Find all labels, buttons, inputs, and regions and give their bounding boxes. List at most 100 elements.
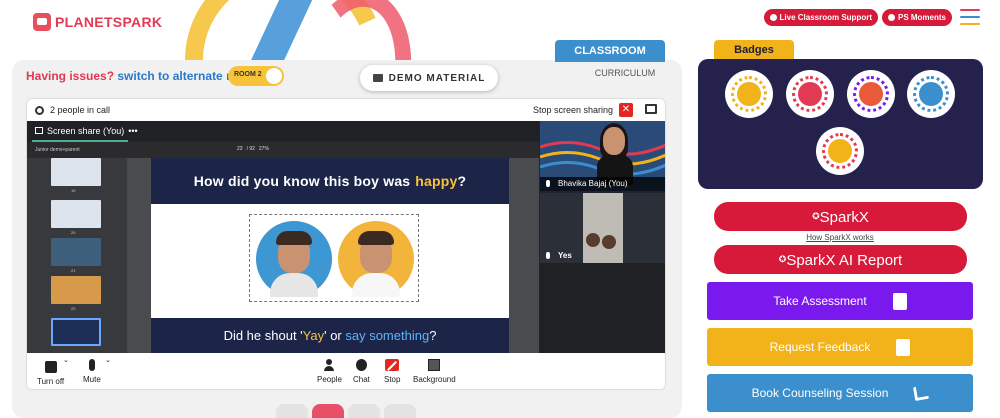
how-sparkx-link[interactable]: How SparkX works: [790, 233, 890, 242]
mute-label: Mute: [83, 375, 101, 384]
participant-name-bar: Bhavika Bajaj (You): [540, 177, 665, 191]
pdf-doc-name: Junior demo+parent: [35, 147, 80, 153]
people-label: People: [317, 375, 342, 384]
issue-prefix: Having issues?: [26, 69, 115, 83]
pdf-thumbnail-selected[interactable]: [51, 318, 101, 346]
screen-share-icon: [35, 127, 43, 134]
sparkx-button[interactable]: ✪SparkX: [714, 202, 967, 231]
tab-curriculum[interactable]: CURRICULUM: [580, 68, 670, 78]
chat-button[interactable]: Chat: [353, 359, 370, 384]
clipboard-icon: [892, 292, 907, 310]
shared-slide: How did you know this boy was happy? Did…: [151, 158, 509, 353]
screen-share-more-icon[interactable]: •••: [128, 126, 137, 141]
participant-name: Yes: [558, 251, 572, 260]
q-part: Did he shout ': [223, 328, 303, 343]
tab-classroom[interactable]: CLASSROOM: [555, 40, 665, 62]
boy-body: [270, 273, 318, 297]
sparkx-label: SparkX: [819, 209, 869, 226]
chat-label: Chat: [353, 375, 370, 384]
header-buttons: Live Classroom Support PS Moments: [763, 9, 952, 26]
badge-core: [919, 82, 943, 106]
pdf-thumbnail[interactable]: [51, 158, 101, 186]
sparkx-ai-label: SparkX AI Report: [786, 252, 903, 269]
live-icon: [769, 14, 777, 21]
badge-core: [828, 139, 852, 163]
sparkx-star-icon: ✪: [812, 211, 820, 221]
turn-off-camera-button[interactable]: Turn off: [37, 359, 64, 386]
q-say: say something: [345, 328, 430, 343]
demo-material-button[interactable]: DEMO MATERIAL: [360, 65, 498, 91]
pdf-thumbnail[interactable]: [51, 200, 101, 228]
pdf-margin: [127, 158, 151, 353]
take-assessment-label: Take Assessment: [773, 294, 867, 308]
phone-icon: [913, 384, 930, 402]
pdf-zoom[interactable]: 27%: [259, 146, 269, 152]
ps-moments-button[interactable]: PS Moments: [881, 9, 952, 26]
background-icon: [428, 359, 441, 371]
call-topbar: 2 people in call Stop screen sharing ✕: [27, 99, 665, 121]
camera-options-chevron-icon[interactable]: ⌄: [63, 356, 69, 364]
boy-photo-blue: [256, 221, 332, 297]
call-controls: Turn off ⌄ Mute ⌄ People Chat Stop Backg…: [27, 353, 665, 389]
badge-trophy-icon[interactable]: [725, 70, 773, 118]
gear-icon[interactable]: [35, 105, 44, 115]
screen-share-header: Screen share (You) •••: [27, 121, 539, 141]
pdf-controls: 23 / 92 27%: [237, 146, 269, 152]
slide-title-suffix: ?: [457, 173, 467, 189]
boy-body: [352, 273, 400, 297]
sparkx-ai-report-button[interactable]: ✪SparkX AI Report: [714, 245, 967, 274]
pdf-thumbnail[interactable]: [51, 238, 101, 266]
video-call-window: 2 people in call Stop screen sharing ✕ S…: [26, 98, 666, 390]
mic-options-chevron-icon[interactable]: ⌄: [105, 356, 111, 364]
people-button[interactable]: People: [317, 359, 342, 384]
pdf-margin: [509, 158, 539, 353]
pdf-thumbnails: 19 20 21 22: [27, 158, 127, 353]
badge-core: [798, 82, 822, 106]
badge-speaker-icon[interactable]: [907, 70, 955, 118]
participant-name-bar: Yes: [546, 251, 572, 260]
pdf-page[interactable]: 23: [237, 146, 243, 152]
book-counseling-button[interactable]: Book Counseling Session: [707, 374, 973, 412]
request-feedback-label: Request Feedback: [769, 340, 871, 354]
picture-in-picture-icon[interactable]: [645, 104, 657, 114]
background-label: Background: [413, 375, 456, 384]
room-toggle-label: ROOM 2: [234, 71, 262, 78]
thumb-number: 20: [71, 230, 76, 235]
badge-rocket-icon[interactable]: [847, 70, 895, 118]
logo-text: PLANETSPARK: [55, 14, 163, 30]
slide-title-highlight: happy: [415, 173, 458, 189]
mute-button[interactable]: Mute: [83, 359, 101, 384]
chat-icon: [355, 359, 367, 371]
q-yay: Yay: [302, 328, 325, 343]
stop-share-button[interactable]: Stop: [384, 359, 400, 384]
take-assessment-button[interactable]: Take Assessment: [707, 282, 973, 320]
thumb-number: 19: [71, 188, 76, 193]
background-button[interactable]: Background: [413, 359, 456, 384]
page: PLANETSPARK Live Classroom Support PS Mo…: [0, 0, 1000, 418]
badge-fist-icon[interactable]: [786, 70, 834, 118]
whiteboard-button[interactable]: [348, 404, 380, 418]
participant-tile-other[interactable]: Yes: [540, 193, 665, 263]
participant-tile-self[interactable]: Bhavika Bajaj (You): [540, 121, 665, 191]
face: [603, 127, 625, 155]
room-toggle[interactable]: ROOM 2: [228, 66, 284, 86]
settings-button[interactable]: [384, 404, 416, 418]
pdf-toolbar: Junior demo+parent 23 / 92 27%: [27, 142, 539, 158]
q-part: ?: [429, 328, 437, 343]
hamburger-menu-icon[interactable]: [960, 9, 980, 25]
participant-video: [583, 193, 623, 263]
slide-question: Did he shout 'Yay' or say something?: [151, 318, 509, 353]
badge-brain-icon[interactable]: [816, 127, 864, 175]
moments-icon: [887, 14, 895, 21]
participant-area-empty: [540, 263, 665, 353]
pdf-thumbnail[interactable]: [51, 276, 101, 304]
badge-core: [859, 82, 883, 106]
request-feedback-button[interactable]: Request Feedback: [707, 328, 973, 366]
live-support-button[interactable]: Live Classroom Support: [763, 9, 878, 26]
leave-class-button[interactable]: [312, 404, 344, 418]
planetspark-logo[interactable]: PLANETSPARK: [33, 13, 162, 31]
ps-moments-label: PS Moments: [897, 13, 946, 22]
stop-sharing-close-icon[interactable]: ✕: [619, 103, 633, 117]
fullscreen-button[interactable]: [276, 404, 308, 418]
document-icon: [896, 338, 911, 356]
